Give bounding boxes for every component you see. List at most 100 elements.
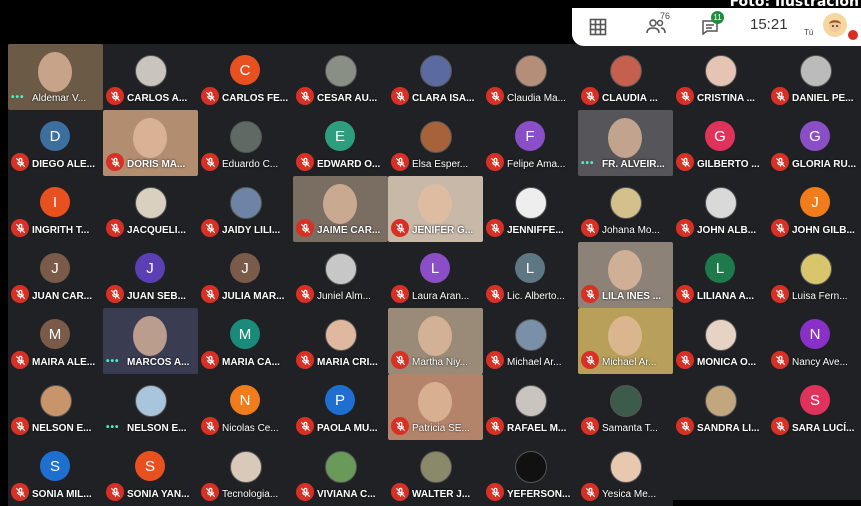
participant-tile[interactable]: CLAUDIA ...: [578, 44, 673, 110]
participant-tile[interactable]: Patricia SE...: [388, 374, 483, 440]
participant-tile[interactable]: CRISTINA ...: [673, 44, 768, 110]
participant-tile[interactable]: WALTER J...: [388, 440, 483, 506]
participant-tile[interactable]: NELSON E...: [8, 374, 103, 440]
participant-tile[interactable]: RAFAEL M...: [483, 374, 578, 440]
participant-tile[interactable]: N Nicolas Ce...: [198, 374, 293, 440]
participant-tile[interactable]: JENNIFFE...: [483, 176, 578, 242]
participant-tile[interactable]: Claudia Ma...: [483, 44, 578, 110]
participant-tile[interactable]: MARIA CRI...: [293, 308, 388, 374]
mic-off-icon: [391, 285, 409, 303]
participant-tile[interactable]: SANDRA LI...: [673, 374, 768, 440]
participant-tile[interactable]: Eduardo C...: [198, 110, 293, 176]
participant-avatar: [230, 121, 262, 153]
participant-tile[interactable]: C CARLOS FE...: [198, 44, 293, 110]
participant-tile[interactable]: YEFERSON...: [483, 440, 578, 506]
participant-avatar: [325, 451, 357, 483]
participant-avatar: C: [230, 55, 260, 85]
participant-name: MAIRA ALE...: [32, 357, 96, 368]
participant-avatar: N: [800, 319, 830, 349]
participant-tile[interactable]: L LILIANA A...: [673, 242, 768, 308]
participant-tile[interactable]: Luisa Fern...: [768, 242, 861, 308]
participant-name: SONIA MIL...: [32, 489, 92, 500]
mic-off-icon: [391, 483, 409, 501]
avatar[interactable]: [823, 13, 847, 37]
participant-tile[interactable]: J JULIA MAR...: [198, 242, 293, 308]
participant-name: Johana Mo...: [602, 225, 660, 236]
participant-tile[interactable]: P PAOLA MU...: [293, 374, 388, 440]
participant-name: LILIANA A...: [697, 291, 755, 302]
participant-name: NELSON E...: [127, 423, 187, 434]
participant-avatar: [610, 385, 642, 417]
participant-avatar: [230, 187, 262, 219]
participant-tile[interactable]: J JOHN GILB...: [768, 176, 861, 242]
participant-tile[interactable]: ••• NELSON E...: [103, 374, 198, 440]
participant-tile[interactable]: G GILBERTO ...: [673, 110, 768, 176]
grid-icon[interactable]: [588, 17, 608, 37]
participant-name: GILBERTO ...: [697, 159, 760, 170]
participant-name: CESAR AU...: [317, 93, 378, 104]
mic-off-icon: [296, 483, 314, 501]
participant-name: RAFAEL M...: [507, 423, 567, 434]
participant-tile[interactable]: E EDWARD O...: [293, 110, 388, 176]
participant-tile[interactable]: CLARA ISA...: [388, 44, 483, 110]
mic-off-icon: [581, 285, 599, 303]
participant-name: Samanta T...: [602, 423, 658, 434]
participant-tile[interactable]: Martha Niy...: [388, 308, 483, 374]
participant-tile[interactable]: JENIFER G...: [388, 176, 483, 242]
participant-tile[interactable]: ••• FR. ALVEIR...: [578, 110, 673, 176]
participant-tile[interactable]: VIVIANA C...: [293, 440, 388, 506]
participant-avatar: [800, 55, 832, 87]
participant-tile[interactable]: J JUAN CAR...: [8, 242, 103, 308]
participant-tile[interactable]: Yesica Me...: [578, 440, 673, 506]
participant-tile[interactable]: CESAR AU...: [293, 44, 388, 110]
participant-tile[interactable]: J JUAN SEB...: [103, 242, 198, 308]
participant-tile[interactable]: Elsa Esper...: [388, 110, 483, 176]
participant-tile[interactable]: JAIME CAR...: [293, 176, 388, 242]
mic-off-icon: [106, 153, 124, 171]
participant-tile[interactable]: ••• Aldemar V...: [8, 44, 103, 110]
participant-tile[interactable]: L Lic. Alberto...: [483, 242, 578, 308]
participant-tile[interactable]: Michael Ar...: [483, 308, 578, 374]
participant-tile[interactable]: DANIEL PE...: [768, 44, 861, 110]
participant-tile[interactable]: DORIS MA...: [103, 110, 198, 176]
participant-tile[interactable]: D DIEGO ALE...: [8, 110, 103, 176]
participant-name: Nancy Ave...: [792, 357, 848, 368]
participant-tile[interactable]: G GLORIA RU...: [768, 110, 861, 176]
participant-tile[interactable]: I INGRITH T...: [8, 176, 103, 242]
people-button[interactable]: 76: [642, 11, 670, 38]
participant-tile[interactable]: Michael Ar...: [578, 308, 673, 374]
participant-tile[interactable]: CARLOS A...: [103, 44, 198, 110]
participant-tile[interactable]: ••• MARCOS A...: [103, 308, 198, 374]
participant-tile[interactable]: Samanta T...: [578, 374, 673, 440]
participant-tile[interactable]: S SONIA YAN...: [103, 440, 198, 506]
participant-tile[interactable]: JAIDY LILI...: [198, 176, 293, 242]
participant-name: JAIME CAR...: [317, 225, 381, 236]
mic-off-icon: [771, 351, 789, 369]
participant-tile[interactable]: Johana Mo...: [578, 176, 673, 242]
participant-tile[interactable]: S SARA LUCÍ...: [768, 374, 861, 440]
participant-tile[interactable]: JACQUELI...: [103, 176, 198, 242]
video-feed: [323, 184, 357, 224]
participant-name: EDWARD O...: [317, 159, 381, 170]
participant-tile[interactable]: LILA INES ...: [578, 242, 673, 308]
participant-name: JUAN CAR...: [32, 291, 93, 302]
mic-off-icon: [676, 153, 694, 171]
mic-off-icon: [201, 417, 219, 435]
clock: 15:21: [750, 16, 788, 33]
participant-tile[interactable]: M MARIA CA...: [198, 308, 293, 374]
mic-off-icon: [771, 219, 789, 237]
participant-tile[interactable]: N Nancy Ave...: [768, 308, 861, 374]
participant-avatar: D: [40, 121, 70, 151]
participant-tile[interactable]: M MAIRA ALE...: [8, 308, 103, 374]
participant-tile[interactable]: S SONIA MIL...: [8, 440, 103, 506]
chat-button[interactable]: 11: [698, 11, 724, 38]
participant-tile[interactable]: L Laura Aran...: [388, 242, 483, 308]
participant-tile[interactable]: JOHN ALB...: [673, 176, 768, 242]
mic-off-icon: [676, 285, 694, 303]
participant-tile[interactable]: MONICA O...: [673, 308, 768, 374]
participant-name: CLAUDIA ...: [602, 93, 658, 104]
participant-avatar: S: [40, 451, 70, 481]
participant-tile[interactable]: F Felipe Ama...: [483, 110, 578, 176]
participant-tile[interactable]: Tecnologia...: [198, 440, 293, 506]
participant-tile[interactable]: Juniel Alm...: [293, 242, 388, 308]
